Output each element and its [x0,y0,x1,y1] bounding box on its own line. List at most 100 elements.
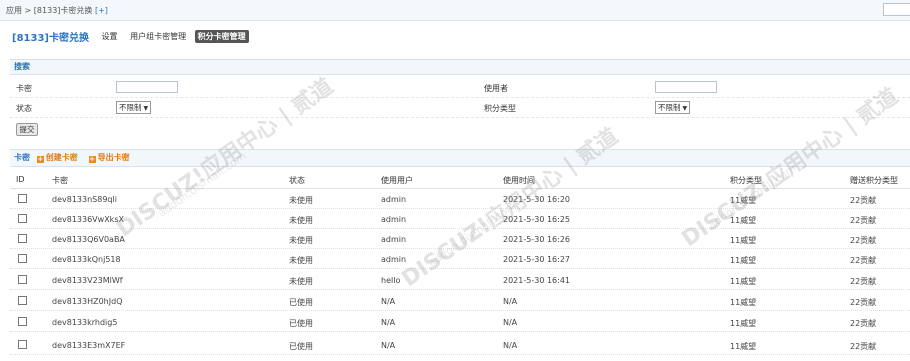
row-checkbox[interactable] [18,234,27,243]
cell-user: hello [381,276,401,285]
status-label: 状态 [16,104,32,113]
table-row: dev8133HZ0hJdQ 已使用 N/A N/A 11威望 22贡献 [10,292,910,311]
cell-user: admin [381,255,407,264]
breadcrumb-add-link[interactable]: [+] [95,6,108,15]
plus-icon: + [88,155,96,163]
search-row-1: 卡密 使用者 [10,79,910,98]
table-row: dev8133krhdig5 已使用 N/A N/A 11威望 22贡献 [10,313,910,332]
cell-status: 已使用 [289,319,313,328]
row-checkbox[interactable] [18,194,27,203]
cell-status: 未使用 [289,236,313,245]
cell-time: 2021-5-30 16:20 [503,195,570,204]
plugin-title: [8133]卡密兑换 [12,33,89,44]
nav-credit-card-manage[interactable]: 积分卡密管理 [194,30,249,43]
cell-time: N/A [503,297,518,306]
cell-user: N/A [381,341,396,350]
cell-credit-type: 11威望 [730,216,757,225]
cell-status: 未使用 [289,256,313,265]
nav-settings[interactable]: 设置 [102,31,118,42]
table-row: dev8133V23MlWf 未使用 hello 2021-5-30 16:41… [10,271,910,290]
row-checkbox[interactable] [18,296,27,305]
cell-time: 2021-5-30 16:26 [503,235,570,244]
table-row: dev8133E3mX7EF 已使用 N/A N/A 11威望 22贡献 [10,336,910,355]
cell-user: N/A [381,318,396,327]
card-toolbar: 卡密 + 创建卡密 + 导出卡密 [10,149,910,167]
cell-credit-type: 11威望 [730,319,757,328]
submit-button[interactable]: 提交 [16,123,38,136]
cell-card: dev8133V23MlWf [52,276,123,285]
status-select-value: 不限制 [119,103,142,112]
cell-user: admin [381,195,407,204]
cell-credit-type: 11威望 [730,236,757,245]
cell-bonus-type: 22贡献 [850,196,877,205]
cell-bonus-type: 22贡献 [850,298,877,307]
user-search-input[interactable] [655,81,717,93]
top-bar: 应用 > [8133]卡密兑换 [+] [0,0,910,21]
plugin-header: [8133]卡密兑换 设置 用户组卡密管理 积分卡密管理 [12,29,249,44]
credit-type-select[interactable]: 不限制 ▼ [655,101,691,114]
cell-status: 未使用 [289,216,313,225]
plus-icon: + [36,155,44,163]
cell-time: N/A [503,318,518,327]
cell-card: dev8133HZ0hJdQ [52,297,123,306]
cell-card: dev8133nS89qli [52,195,117,204]
search-row-2: 状态 不限制 ▼ 积分类型 不限制 ▼ [10,99,910,118]
table-row: dev8133kQnj518 未使用 admin 2021-5-30 16:27… [10,250,910,269]
row-checkbox[interactable] [18,214,27,223]
cell-credit-type: 11威望 [730,256,757,265]
card-search-input[interactable] [116,81,178,93]
cell-status: 已使用 [289,298,313,307]
create-card-label: 创建卡密 [45,153,78,162]
card-section-label: 卡密 [14,153,30,162]
cell-card: dev8133krhdig5 [52,318,118,327]
top-search-input[interactable] [883,3,910,16]
chevron-down-icon: ▼ [682,105,688,112]
breadcrumb-current: [8133]卡密兑换 [33,6,93,15]
search-section-header: 搜索 [10,59,910,75]
credit-type-select-value: 不限制 [658,103,681,112]
cell-status: 未使用 [289,277,313,286]
col-bonus-credit-type: 赠送积分类型 [850,176,898,185]
search-section-title: 搜索 [14,62,30,71]
cell-credit-type: 11威望 [730,298,757,307]
create-card-button[interactable]: + 创建卡密 [36,153,78,163]
cell-bonus-type: 22贡献 [850,216,877,225]
status-select[interactable]: 不限制 ▼ [116,101,152,114]
cell-bonus-type: 22贡献 [850,236,877,245]
col-card: 卡密 [52,176,68,185]
col-credit-type: 积分类型 [730,176,762,185]
table-header: ID 卡密 状态 使用用户 使用时间 积分类型 赠送积分类型 [10,170,910,189]
user-label: 使用者 [484,84,508,93]
cell-time: 2021-5-30 16:41 [503,276,570,285]
row-checkbox[interactable] [18,254,27,263]
nav-usergroup-card-manage[interactable]: 用户组卡密管理 [130,31,186,42]
cell-user: admin [381,215,407,224]
table-row: dev8133Q6V0aBA 未使用 admin 2021-5-30 16:26… [10,230,910,249]
cell-time: N/A [503,341,518,350]
breadcrumb: 应用 > [8133]卡密兑换 [+] [6,5,108,16]
cell-time: 2021-5-30 16:27 [503,255,570,264]
row-checkbox[interactable] [18,275,27,284]
cell-bonus-type: 22贡献 [850,319,877,328]
export-card-label: 导出卡密 [97,153,130,162]
cell-bonus-type: 22贡献 [850,342,877,351]
cell-bonus-type: 22贡献 [850,256,877,265]
credit-type-label: 积分类型 [484,104,516,113]
cell-user: admin [381,235,407,244]
cell-card: dev8133kQnj518 [52,255,121,264]
cell-credit-type: 11威望 [730,196,757,205]
cell-credit-type: 11威望 [730,342,757,351]
col-time: 使用时间 [503,176,535,185]
cell-status: 已使用 [289,342,313,351]
chevron-down-icon: ▼ [143,105,149,112]
cell-credit-type: 11威望 [730,277,757,286]
cell-bonus-type: 22贡献 [850,277,877,286]
table-row: dev81336VwXksX 未使用 admin 2021-5-30 16:25… [10,210,910,229]
col-user: 使用用户 [381,176,413,185]
breadcrumb-root[interactable]: 应用 [6,6,22,15]
export-card-button[interactable]: + 导出卡密 [88,153,130,163]
row-checkbox[interactable] [18,340,27,349]
row-checkbox[interactable] [18,317,27,326]
table-row: dev8133nS89qli 未使用 admin 2021-5-30 16:20… [10,190,910,209]
cell-time: 2021-5-30 16:25 [503,215,570,224]
